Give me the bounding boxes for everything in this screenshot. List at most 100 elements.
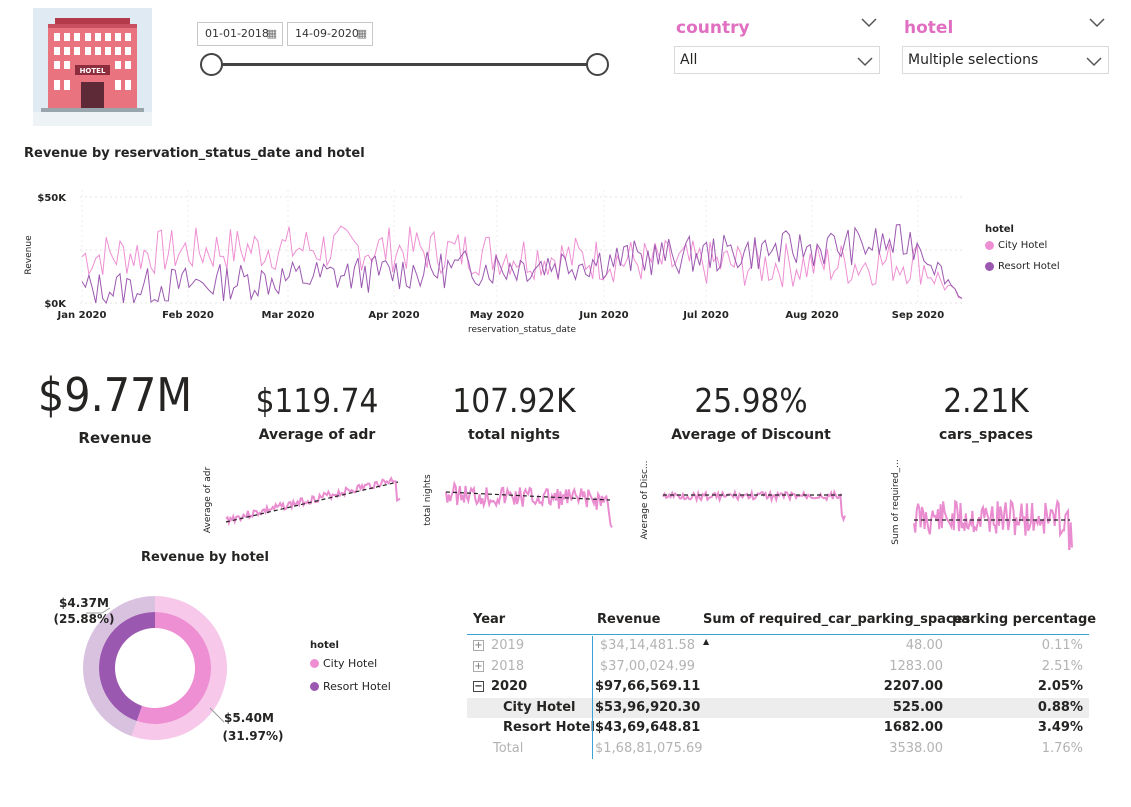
line-legend-title: hotel [985,224,1014,235]
sparkline-y-label: Average of adr [203,467,213,534]
kpi-cars-label: cars_spaces [939,427,1033,443]
y-axis-title: Revenue [24,235,34,275]
sparkline-y-label: total nights [423,474,433,526]
legend-dot [310,682,319,691]
x-tick-label: Jun 2020 [578,310,628,321]
cell-parking: 3538.00 [889,740,943,756]
kpi-nights-label: total nights [468,427,560,443]
discount-sparkline: Average of Disc... [640,460,846,540]
table-row[interactable]: Total $1,68,81,075.69 3538.00 1.76% [467,739,1089,760]
kpi-adr-label: Average of adr [258,427,376,443]
header-revenue[interactable]: Revenue [597,606,660,634]
city-slice-label: $5.40M [224,711,274,725]
row-year-label: Total [493,740,524,756]
row-year-label: 2020 [491,679,528,694]
x-tick-label: Apr 2020 [368,310,419,321]
nights-sparkline: total nights [423,474,613,528]
x-tick-label: Sep 2020 [892,310,944,321]
revenue-matrix-table: Year Revenue Sum of required_car_parking… [467,606,1096,760]
cell-parking: 2207.00 [883,679,943,694]
end-date-input[interactable]: 14-09-2020 ▦ [287,22,373,46]
legend-label: Resort Hotel [998,261,1060,272]
line-chart-title: Revenue by reservation_status_date and h… [24,146,365,161]
cell-parking-pct: 3.49% [1037,720,1083,735]
y-tick-label: $50K [37,193,67,204]
cell-revenue: $97,66,569.11 [595,679,701,694]
cell-parking-pct: 2.05% [1037,679,1083,694]
cell-parking: 1283.00 [889,658,943,674]
expand-icon[interactable]: + [473,640,484,651]
cell-year: Resort Hotel [503,718,595,739]
sparkline-y-label: Average of Disc... [640,460,650,539]
resort-slice-pct: (25.88%) [54,612,115,626]
legend-dot [985,262,994,271]
date-range-start-handle[interactable] [200,53,223,76]
cell-parking: 48.00 [905,638,943,653]
table-row[interactable]: +2018 $37,00,024.99 1283.00 2.51% [467,657,1089,678]
sparkline-y-label: Sum of required_... [891,460,901,545]
kpi-discount-value: 25.98% [694,381,808,420]
cell-revenue: $53,96,920.30 [595,699,701,715]
kpi-nights-value: 107.92K [452,381,576,420]
country-slicer-title: country [676,18,750,38]
legend-item-resort-hotel[interactable]: Resort Hotel [310,680,391,693]
hotel-slicer-title: hotel [904,18,954,38]
legend-label: City Hotel [323,657,378,670]
x-tick-label: Mar 2020 [262,310,315,321]
cell-parking: 525.00 [892,699,943,715]
hotel-logo: HOTEL [33,8,152,126]
resort-slice-label: $4.37M [59,596,109,610]
legend-item-city-hotel[interactable]: City Hotel [985,240,1047,251]
city-slice-pct: (31.97%) [223,729,284,743]
cell-revenue: $1,68,81,075.69 [595,740,703,756]
kpi-discount-label: Average of Discount [671,427,831,443]
legend-item-resort-hotel[interactable]: Resort Hotel [985,261,1060,272]
end-date-value: 14-09-2020 [295,27,359,40]
calendar-icon[interactable]: ▦ [267,23,277,45]
country-dropdown[interactable]: All [674,46,880,74]
expand-icon[interactable]: + [473,660,484,672]
x-tick-label: Jul 2020 [682,310,729,321]
cell-parking-pct: 0.88% [1037,699,1083,715]
cell-year: Total [493,739,523,760]
start-date-input[interactable]: 01-01-2018 ▦ [197,22,283,46]
hotel-dropdown-value: Multiple selections [908,52,1039,68]
calendar-icon[interactable]: ▦ [357,23,367,45]
cell-year: +2019 [473,636,524,657]
kpi-adr-value: $119.74 [255,381,379,420]
donut-legend-title: hotel [310,640,339,651]
cell-year: +2018 [473,657,524,678]
table-row[interactable]: −2020 $97,66,569.11 2207.00 2.05% [467,677,1089,698]
cell-revenue: $34,14,481.58 [599,638,695,653]
date-range-end-handle[interactable] [586,53,609,76]
table-row[interactable]: +2019 $34,14,481.58 48.00 0.11% [467,636,1089,657]
cell-parking: 1682.00 [883,720,943,735]
chevron-down-icon[interactable] [861,16,877,32]
header-year[interactable]: Year [473,606,505,634]
row-year-label: City Hotel [503,699,576,715]
legend-item-city-hotel[interactable]: City Hotel [310,657,377,670]
x-tick-label: Aug 2020 [785,310,838,321]
legend-label: Resort Hotel [323,680,391,693]
table-row[interactable]: City Hotel $53,96,920.30 525.00 0.88% [467,697,1089,719]
kpi-cars-value: 2.21K [943,381,1029,420]
hotel-dropdown[interactable]: Multiple selections [902,46,1109,74]
row-year-label: 2019 [491,638,525,653]
revenue-donut-chart: $4.37M (25.88%) $5.40M (31.97%) [54,596,284,743]
row-year-label: 2018 [491,658,525,674]
x-tick-label: Feb 2020 [162,310,214,321]
table-row[interactable]: Resort Hotel $43,69,648.81 1682.00 3.49% [467,718,1089,739]
legend-dot [310,659,319,668]
header-parking-percentage[interactable]: parking percentage [952,606,1096,634]
x-tick-label: May 2020 [470,310,524,321]
cell-revenue: $43,69,648.81 [595,720,701,735]
header-parking-spaces[interactable]: Sum of required_car_parking_spaces [703,606,970,634]
date-range-track[interactable] [210,63,598,66]
collapse-icon[interactable]: − [473,681,484,692]
x-axis-title: reservation_status_date [468,325,576,335]
cell-year: City Hotel [503,698,576,719]
cars-sparkline: Sum of required_... [891,460,1073,550]
chevron-down-icon[interactable] [1089,16,1105,32]
country-dropdown-value: All [680,52,698,68]
chevron-down-icon [1086,57,1102,67]
